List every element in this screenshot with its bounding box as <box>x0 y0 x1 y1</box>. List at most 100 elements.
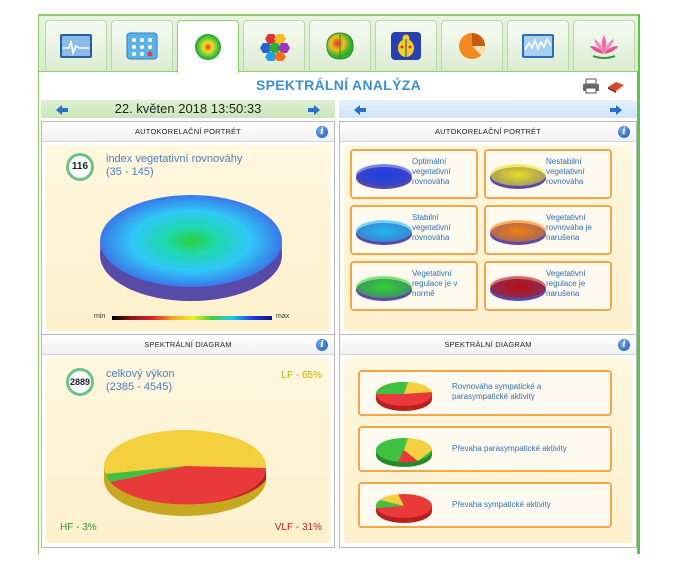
legend-body: Rovnováha sympatické a parasympatické ak… <box>344 358 632 543</box>
tab-beetle[interactable] <box>375 20 437 70</box>
legend-line: rovnováha <box>412 233 450 242</box>
legend-item[interactable]: Vegetativní regulace je narušena <box>484 261 612 311</box>
tab-hexagons[interactable] <box>243 20 305 70</box>
legend-line: narušena <box>546 233 580 242</box>
legend-label: Nestabilní vegetativní rovnováha <box>546 157 610 187</box>
spectral-pie-chart <box>104 430 267 516</box>
book-icon[interactable] <box>606 78 626 94</box>
tab-spectral[interactable] <box>177 20 239 73</box>
autocorrelation-panel: AUTOKORELAČNÍ PORTRÉT i 116 index vegeta… <box>41 121 335 336</box>
legend-label: Vegetativní rovnováha je narušena <box>546 213 610 243</box>
legend-balance[interactable]: Rovnováha sympatické a parasympatické ak… <box>358 370 612 416</box>
compare-prev-button[interactable] <box>353 103 367 115</box>
info-icon[interactable]: i <box>618 126 630 138</box>
tab-dots[interactable] <box>111 20 173 70</box>
panel-body: 116 index vegetativní rovnováhy (35 - 14… <box>46 145 330 331</box>
tab-wave[interactable] <box>507 20 569 70</box>
metric-name: index vegetativní rovnováhy <box>106 153 243 165</box>
power-badge: 2889 <box>66 368 94 396</box>
legend-label: Stabilní vegetativní rovnováha <box>412 213 476 243</box>
legend-label: Vegetativní regulace je narušena <box>546 269 610 299</box>
compare-next-button[interactable] <box>609 103 623 115</box>
legend-line: vegetativní <box>412 167 451 176</box>
panel-title: SPEKTRÁLNÍ DIAGRAM <box>42 335 334 355</box>
legend-line: regulace je v <box>412 279 458 288</box>
legend-label: Převaha sympatické aktivity <box>452 500 551 509</box>
legend-disc-icon <box>356 164 412 189</box>
legend-item[interactable]: Vegetativní regulace je v normě <box>350 261 478 311</box>
legend-label: Rovnováha sympatické a parasympatické ak… <box>452 382 541 402</box>
autocorrelation-disc <box>100 195 282 301</box>
beetle-icon <box>391 31 421 60</box>
legend-line: rovnováha je <box>546 223 592 232</box>
tab-brain[interactable] <box>309 20 371 70</box>
panel-body: 2889 celkový výkon (2385 - 4545) LF - 65… <box>46 358 330 543</box>
autocorrelation-legend-panel: AUTOKORELAČNÍ PORTRÉT i Optimální vegetat… <box>339 121 637 336</box>
next-date-button[interactable] <box>307 103 321 115</box>
pie-balance-icon <box>375 381 432 411</box>
spectral-diagram-panel: SPEKTRÁLNÍ DIAGRAM i 2889 celkový výkon … <box>41 334 335 548</box>
date-navigation-bar: 22. květen 2018 13:50:33 <box>41 100 335 118</box>
metric-name: celkový výkon <box>106 368 175 380</box>
brain-map-icon <box>326 31 354 60</box>
legend-line: rovnováha <box>412 177 450 186</box>
app-window: SPEKTRÁLNÍ ANALÝZA 22. květen 2018 13:50… <box>38 14 640 554</box>
vlf-label: VLF - 31% <box>274 522 322 533</box>
legend-line: Optimální <box>412 157 447 166</box>
index-badge: 116 <box>66 153 94 181</box>
hexagon-cluster-icon <box>260 33 290 61</box>
legend-line: Vegetativní <box>546 269 586 278</box>
legend-line: regulace je <box>546 279 586 288</box>
hf-label: HF - 3% <box>60 522 97 533</box>
pie-chart-icon <box>459 32 485 59</box>
tab-pie[interactable] <box>441 20 503 70</box>
legend-disc-icon <box>356 276 412 301</box>
legend-item[interactable]: Stabilní vegetativní rovnováha <box>350 205 478 255</box>
legend-line: vegetativní <box>412 223 451 232</box>
legend-line: normě <box>412 289 435 298</box>
legend-line: parasympatické aktivity <box>452 392 535 401</box>
info-icon[interactable]: i <box>316 126 328 138</box>
legend-sympathetic[interactable]: Převaha sympatické aktivity <box>358 482 612 528</box>
legend-parasympathetic[interactable]: Převaha parasympatické aktivity <box>358 426 612 472</box>
arrow-right-icon <box>610 105 622 115</box>
tab-ecg[interactable] <box>45 20 107 70</box>
legend-line: Vegetativní <box>412 269 452 278</box>
arrow-right-icon <box>308 105 320 115</box>
tab-bar <box>39 16 638 73</box>
arrow-left-icon <box>354 105 366 115</box>
legend-item[interactable]: Nestabilní vegetativní rovnováha <box>484 149 612 199</box>
color-scale-bar <box>112 316 272 320</box>
legend-disc-icon <box>490 220 546 245</box>
spectral-disc-icon <box>195 34 221 60</box>
legend-item[interactable]: Vegetativní rovnováha je narušena <box>484 205 612 255</box>
legend-line: narušena <box>546 289 580 298</box>
pie-parasympathetic-icon <box>376 438 433 467</box>
legend-item[interactable]: Optimální vegetativní rovnováha <box>350 149 478 199</box>
legend-line: rovnováha <box>546 177 584 186</box>
info-icon[interactable]: i <box>618 339 630 351</box>
ecg-chart-icon <box>60 33 92 58</box>
legend-line: vegetativní <box>546 167 585 176</box>
scale-max-label: max <box>276 313 290 320</box>
lf-label: LF - 65% <box>281 370 322 381</box>
legend-label: Převaha parasympatické aktivity <box>452 444 567 453</box>
scale-min-label: min <box>94 313 106 320</box>
legend-label: Optimální vegetativní rovnováha <box>412 157 476 187</box>
legend-line: Rovnováha sympatické a <box>452 382 542 391</box>
pie-sympathetic-icon <box>375 494 432 523</box>
tab-lotus[interactable] <box>573 20 635 70</box>
wave-chart-icon <box>522 33 554 58</box>
panel-title: SPEKTRÁLNÍ DIAGRAM <box>340 335 636 355</box>
printer-icon[interactable] <box>582 78 600 94</box>
page-title: SPEKTRÁLNÍ ANALÝZA <box>255 77 422 93</box>
legend-line: Nestabilní <box>546 157 582 166</box>
metric-range: (2385 - 4545) <box>106 381 173 393</box>
dots-grid-icon <box>126 32 158 59</box>
spectral-legend-panel: SPEKTRÁLNÍ DIAGRAM i Rovnováha sympatick… <box>339 334 637 548</box>
info-icon[interactable]: i <box>316 339 328 351</box>
legend-line: Vegetativní <box>546 213 586 222</box>
panel-title: AUTOKORELAČNÍ PORTRÉT <box>42 122 334 142</box>
measurement-date: 22. květen 2018 13:50:33 <box>114 101 262 116</box>
lotus-icon <box>590 34 618 59</box>
